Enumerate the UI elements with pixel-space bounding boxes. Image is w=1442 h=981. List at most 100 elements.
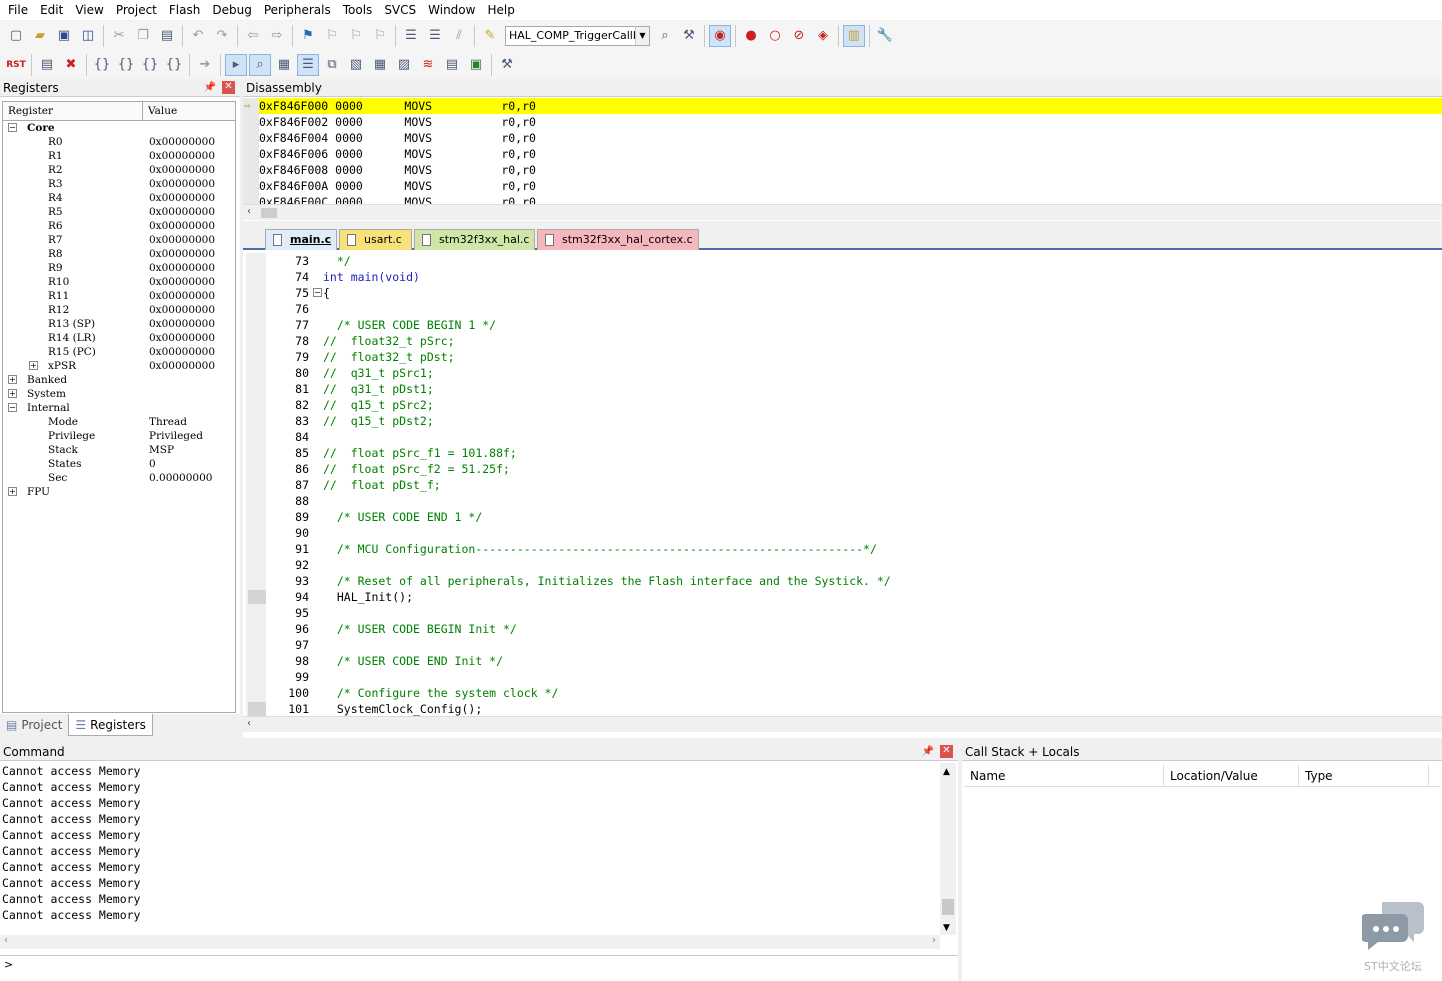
insert-breakpoint-icon[interactable]: ● [740, 25, 762, 47]
registers-window-icon[interactable]: ☰ [297, 53, 319, 76]
register-value[interactable]: 0x00000000 [149, 135, 215, 149]
register-row[interactable]: − Internal [3, 401, 235, 415]
cut-icon[interactable]: ✂ [108, 25, 130, 47]
disassembly-row[interactable]: 0xF846F000 0000 MOVS r0,r0 [259, 98, 1442, 114]
register-row[interactable]: R11 0x00000000 [3, 289, 235, 303]
disassembly-body[interactable]: 0xF846F000 0000 MOVS r0,r0 0xF846F002 000… [243, 98, 1442, 204]
tab-usart-c[interactable]: usart.c [339, 229, 412, 250]
trace-window-icon[interactable]: ▤ [441, 54, 463, 76]
register-value[interactable]: 0x00000000 [149, 303, 215, 317]
disassembly-row[interactable]: 0xF846F004 0000 MOVS r0,r0 [259, 130, 1442, 146]
close-icon[interactable]: ✕ [222, 81, 235, 94]
code-line[interactable]: 74 int main(void) [266, 269, 1436, 285]
menu-project[interactable]: Project [110, 0, 163, 20]
register-row[interactable]: R6 0x00000000 [3, 219, 235, 233]
disassembly-row[interactable]: 0xF846F00C 0000 MOVS r0,r0 [259, 194, 1442, 204]
register-row[interactable]: States 0 [3, 457, 235, 471]
nav-forward-icon[interactable]: ⇨ [266, 25, 288, 47]
register-row[interactable]: − Core [3, 121, 235, 135]
col-type-header[interactable]: Type [1299, 765, 1429, 786]
register-row[interactable]: R13 (SP) 0x00000000 [3, 317, 235, 331]
code-line[interactable]: 77 /* USER CODE BEGIN 1 */ [266, 317, 1436, 333]
disassembly-row[interactable]: 0xF846F00A 0000 MOVS r0,r0 [259, 178, 1442, 194]
code-gutter[interactable] [246, 253, 266, 716]
col-register-header[interactable]: Register [3, 102, 143, 120]
col-value-header[interactable]: Value [143, 102, 177, 120]
menu-edit[interactable]: Edit [34, 0, 69, 20]
debug-session-icon[interactable]: ◉ [709, 24, 731, 47]
toolbox-icon[interactable]: ⚒ [496, 54, 518, 76]
menu-file[interactable]: File [2, 0, 34, 20]
code-line[interactable]: 84 [266, 429, 1436, 445]
code-line[interactable]: 85 // float pSrc_f1 = 101.88f; [266, 445, 1436, 461]
run-icon[interactable]: ▤ [36, 54, 58, 76]
bookmark-icon[interactable]: ⚑ [297, 25, 319, 47]
scroll-left-icon[interactable]: ‹ [4, 935, 8, 946]
code-line[interactable]: 89 /* USER CODE END 1 */ [266, 509, 1436, 525]
register-value[interactable]: Thread [149, 415, 187, 429]
register-value[interactable]: 0x00000000 [149, 275, 215, 289]
scroll-up-icon[interactable]: ▲ [943, 767, 950, 777]
call-stack-window-icon[interactable]: ⧉ [321, 54, 343, 76]
register-row[interactable]: + FPU [3, 485, 235, 499]
find-in-files-icon[interactable]: ✎ [479, 25, 501, 47]
register-value[interactable]: 0x00000000 [149, 247, 215, 261]
register-row[interactable]: + xPSR 0x00000000 [3, 359, 235, 373]
find-icon[interactable]: ⌕ [654, 25, 676, 47]
code-line[interactable]: 81 // q31_t pDst1; [266, 381, 1436, 397]
save-icon[interactable]: ▣ [53, 25, 75, 47]
tab-registers[interactable]: ☰ Registers [68, 714, 153, 736]
register-row[interactable]: R3 0x00000000 [3, 177, 235, 191]
expand-icon[interactable]: + [8, 487, 17, 496]
tab-stm32f3xx_hal-c[interactable]: stm32f3xx_hal.c [414, 229, 535, 250]
save-all-icon[interactable]: ◫ [77, 25, 99, 47]
code-line[interactable]: 98 /* USER CODE END Init */ [266, 653, 1436, 669]
code-line[interactable]: 86 // float pSrc_f2 = 51.25f; [266, 461, 1436, 477]
code-line[interactable]: 92 [266, 557, 1436, 573]
register-row[interactable]: R12 0x00000000 [3, 303, 235, 317]
command-output[interactable]: Cannot access Memory Cannot access Memory… [0, 763, 940, 935]
bookmark-next-icon[interactable]: ⚐ [345, 25, 367, 47]
new-file-icon[interactable]: ▢ [5, 25, 27, 47]
register-row[interactable]: Mode Thread [3, 415, 235, 429]
unindent-icon[interactable]: ☰ [424, 25, 446, 47]
expand-icon[interactable]: + [29, 361, 38, 370]
scroll-down-icon[interactable]: ▼ [943, 923, 950, 933]
menu-svcs[interactable]: SVCS [378, 0, 422, 20]
pin-icon[interactable]: 📌 [204, 79, 216, 97]
register-value[interactable]: 0x00000000 [149, 233, 215, 247]
register-value[interactable]: 0x00000000 [149, 149, 215, 163]
code-line[interactable]: 87 // float pDst_f; [266, 477, 1436, 493]
register-value[interactable]: 0x00000000 [149, 177, 215, 191]
register-row[interactable]: + Banked [3, 373, 235, 387]
expand-icon[interactable]: + [8, 375, 17, 384]
code-line[interactable]: 97 [266, 637, 1436, 653]
show-next-statement-icon[interactable]: ➔ [194, 54, 216, 76]
scroll-left-icon[interactable]: ‹ [247, 206, 251, 217]
register-value[interactable]: 0x00000000 [149, 345, 215, 359]
code-line[interactable]: 76 [266, 301, 1436, 317]
register-value[interactable]: 0.00000000 [149, 471, 212, 485]
register-value[interactable]: 0x00000000 [149, 261, 215, 275]
menu-help[interactable]: Help [481, 0, 520, 20]
comment-icon[interactable]: ⫽ [448, 25, 470, 47]
analysis-window-icon[interactable]: ≋ [417, 54, 439, 76]
register-value[interactable]: 0x00000000 [149, 359, 215, 373]
watch-window-icon[interactable]: ▧ [345, 54, 367, 76]
col-location-header[interactable]: Location/Value [1164, 765, 1299, 786]
code-area[interactable]: 73 */74 int main(void) 75−{76 77 /* USER CO… [246, 253, 1442, 716]
collapse-icon[interactable]: − [8, 403, 17, 412]
function-combo[interactable]: HAL_COMP_TriggerCallba ▼ [505, 25, 650, 46]
step-over-icon[interactable]: {} [115, 54, 137, 76]
run-to-cursor-icon[interactable]: {} [163, 54, 185, 76]
code-line[interactable]: 88 [266, 493, 1436, 509]
bookmark-clear-icon[interactable]: ⚐ [369, 25, 391, 47]
symbols-window-icon[interactable]: ▦ [273, 54, 295, 76]
window-layout-icon[interactable]: ▥ [843, 24, 865, 47]
code-line[interactable]: 96 /* USER CODE BEGIN Init */ [266, 621, 1436, 637]
register-row[interactable]: Privilege Privileged [3, 429, 235, 443]
register-row[interactable]: R9 0x00000000 [3, 261, 235, 275]
close-icon[interactable]: ✕ [940, 745, 953, 758]
disassembly-gutter[interactable] [243, 98, 259, 204]
collapse-icon[interactable]: − [313, 288, 322, 297]
